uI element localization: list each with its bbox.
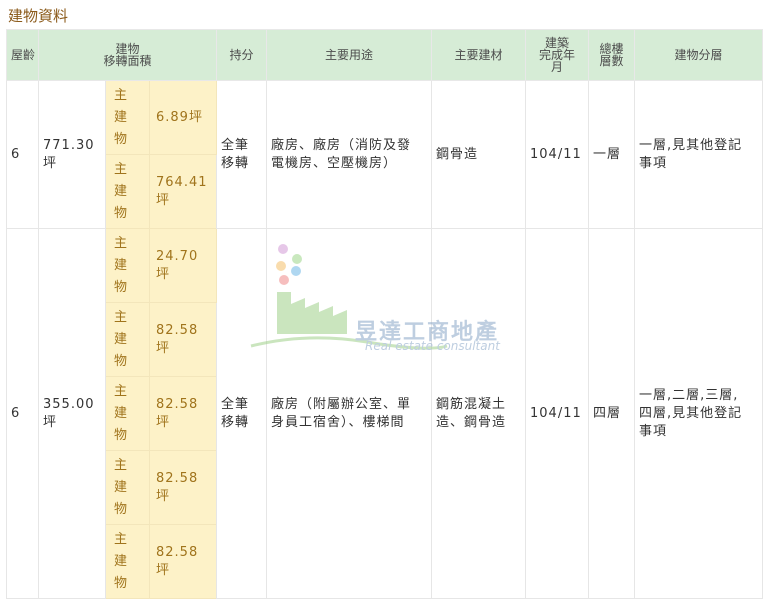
building-data-table: 屋齡 建物 移轉面積 持分 主要用途 主要建材 建築 完成年 月 總樓 層數 建… [6, 29, 763, 599]
header-share: 持分 [216, 29, 267, 81]
table-row: 6 355.00 坪 主 建 物 24.70 坪 全筆 移轉 廠房（附屬辦公室、… [6, 228, 763, 599]
table-row: 6 771.30 坪 主 建 物 6.89坪 全筆 移轉 廠房、廠房（消防及發 … [6, 80, 763, 229]
built-cell: 104/11 [525, 228, 589, 599]
share-cell: 全筆 移轉 [216, 228, 267, 599]
sub-area-cell: 6.89坪 [149, 80, 217, 155]
sub-area-cell: 82.58 坪 [149, 302, 217, 377]
use-cell: 廠房、廠房（消防及發 電機房、空壓機房） [266, 80, 432, 229]
sub-area-cell: 764.41 坪 [149, 154, 217, 229]
sub-kind-cell: 主 建 物 [105, 228, 150, 303]
header-built: 建築 完成年 月 [525, 29, 589, 81]
age-cell: 6 [6, 228, 39, 599]
area-cell: 355.00 坪 [38, 228, 106, 599]
header-material: 主要建材 [431, 29, 526, 81]
share-cell: 全筆 移轉 [216, 80, 267, 229]
sub-kind-cell: 主 建 物 [105, 80, 150, 155]
sub-area-cell: 82.58 坪 [149, 524, 217, 599]
material-cell: 鋼筋混凝土 造、鋼骨造 [431, 228, 526, 599]
sub-area-cell: 82.58 坪 [149, 450, 217, 525]
header-floors-total: 總樓 層數 [588, 29, 635, 81]
age-cell: 6 [6, 80, 39, 229]
sub-kind-cell: 主 建 物 [105, 302, 150, 377]
sub-kind-cell: 主 建 物 [105, 524, 150, 599]
sub-kind-cell: 主 建 物 [105, 450, 150, 525]
sub-kind-cell: 主 建 物 [105, 376, 150, 451]
header-age: 屋齡 [6, 29, 39, 81]
area-cell: 771.30 坪 [38, 80, 106, 229]
table-header-row: 屋齡 建物 移轉面積 持分 主要用途 主要建材 建築 完成年 月 總樓 層數 建… [6, 29, 763, 81]
sub-area-cell: 82.58 坪 [149, 376, 217, 451]
use-cell: 廠房（附屬辦公室、單 身員工宿舍）、樓梯間 [266, 228, 432, 599]
sub-kind-cell: 主 建 物 [105, 154, 150, 229]
floors-cell: 一層,見其他登記 事項 [634, 80, 763, 229]
material-cell: 鋼骨造 [431, 80, 526, 229]
floors-cell: 一層,二層,三層, 四層,見其他登記 事項 [634, 228, 763, 599]
floors-total-cell: 一層 [588, 80, 635, 229]
floors-total-cell: 四層 [588, 228, 635, 599]
sub-area-cell: 24.70 坪 [149, 228, 217, 303]
built-cell: 104/11 [525, 80, 589, 229]
header-floors: 建物分層 [634, 29, 763, 81]
section-title: 建物資料 [8, 7, 69, 25]
header-use: 主要用途 [266, 29, 432, 81]
header-area: 建物 移轉面積 [38, 29, 217, 81]
